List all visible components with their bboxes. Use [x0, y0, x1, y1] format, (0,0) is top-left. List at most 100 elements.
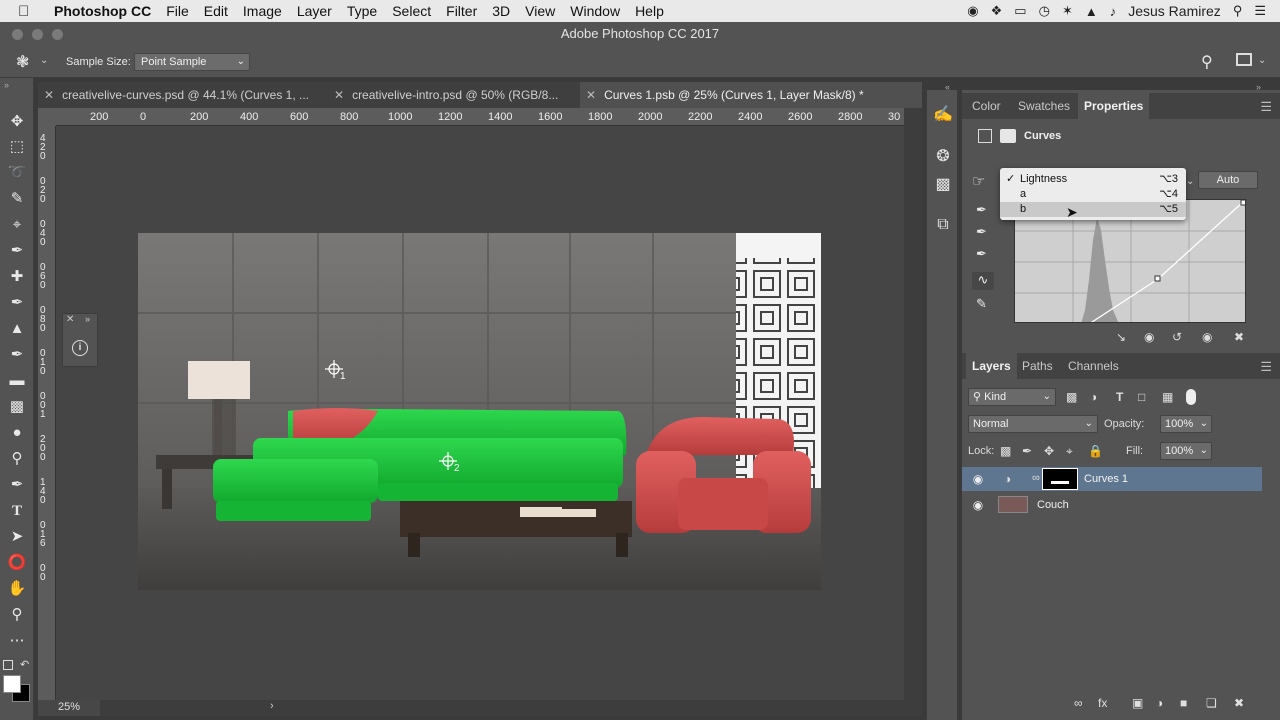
lock-image-pixels-icon[interactable]: ✒	[1022, 444, 1032, 458]
close-tab-icon[interactable]: ✕	[586, 88, 596, 102]
info-icon[interactable]: i	[72, 340, 88, 356]
filter-shape-icon[interactable]: □	[1138, 390, 1145, 404]
view-previous-state-icon[interactable]: ◉	[1144, 330, 1154, 344]
document-canvas[interactable]: 1 2	[56, 126, 904, 700]
auto-button[interactable]: Auto	[1198, 171, 1258, 189]
pencil-curve-icon[interactable]: ✎	[976, 296, 987, 312]
collapse-panel-icon[interactable]: »	[85, 314, 90, 324]
gradient-tool-icon[interactable]: ▩	[6, 397, 28, 417]
chevron-down-icon[interactable]: ⌄	[1258, 55, 1266, 66]
zoom-tool-icon[interactable]: ⚲	[6, 605, 28, 625]
layer-filter-kind-select[interactable]: ⚲ Kind ⌄	[968, 388, 1056, 406]
opacity-input[interactable]: 100% ⌄	[1160, 415, 1212, 433]
pen-tool-icon[interactable]: ✒	[6, 475, 28, 495]
chevron-down-icon[interactable]: ⌄	[1186, 176, 1194, 187]
horizontal-scrollbar[interactable]: ›	[100, 700, 904, 716]
toggle-visibility-icon[interactable]: ◉	[1202, 330, 1212, 344]
menu-filter[interactable]: Filter	[446, 3, 477, 19]
navigator-panel-icon[interactable]: ⧉	[932, 214, 954, 236]
type-tool-icon[interactable]: T	[6, 501, 28, 521]
close-window-button[interactable]	[12, 29, 23, 40]
hand-tool-icon[interactable]: ✋	[6, 579, 28, 599]
chevron-down-icon[interactable]: ⌄	[40, 55, 48, 66]
black-point-eyedropper-icon[interactable]: ✒	[976, 202, 987, 218]
airplay-icon[interactable]: ▭	[1014, 3, 1026, 19]
menu-file[interactable]: File	[166, 3, 189, 19]
vertical-ruler[interactable]: 42002004006008001000120014001600	[38, 126, 56, 700]
blur-tool-icon[interactable]: ●	[6, 423, 28, 443]
menu-select[interactable]: Select	[392, 3, 431, 19]
panel-menu-icon[interactable]: ☰	[1260, 99, 1272, 115]
tab-swatches[interactable]: Swatches	[1012, 93, 1076, 119]
eyedropper-preset-icon[interactable]: ❃	[16, 52, 29, 72]
histogram-panel-icon[interactable]: ▩	[932, 174, 954, 196]
tab-channels[interactable]: Channels	[1062, 353, 1125, 379]
close-tab-icon[interactable]: ✕	[334, 88, 344, 102]
curves-channel-dropdown[interactable]: ✓ Lightness ⌥3 a ⌥4 b ⌥5 ➤	[1000, 168, 1186, 220]
quick-selection-tool-icon[interactable]: ✎	[6, 189, 28, 209]
blend-mode-select[interactable]: Normal ⌄	[968, 415, 1098, 433]
layer-mask-icon[interactable]	[1000, 129, 1016, 143]
healing-brush-tool-icon[interactable]: ✚	[6, 267, 28, 287]
lock-artboard-icon[interactable]: ⌖	[1066, 444, 1073, 459]
dodge-tool-icon[interactable]: ⚲	[6, 449, 28, 469]
marquee-tool-icon[interactable]: ⬚	[6, 137, 28, 157]
layer-mask-thumbnail[interactable]	[1042, 468, 1078, 490]
menu-3d[interactable]: 3D	[492, 3, 510, 19]
foreground-color-swatch[interactable]	[3, 675, 21, 693]
history-panel-icon[interactable]: ✍	[932, 104, 954, 126]
menu-app-name[interactable]: Photoshop CC	[54, 3, 151, 19]
eye-icon[interactable]: ◉	[970, 497, 986, 513]
new-layer-icon[interactable]: ❏	[1206, 696, 1217, 710]
menu-edit[interactable]: Edit	[204, 3, 228, 19]
menu-type[interactable]: Type	[347, 3, 377, 19]
collapse-panel-icon[interactable]: »	[4, 80, 9, 90]
clip-to-layer-icon[interactable]: ↘	[1116, 330, 1126, 344]
couch-photo[interactable]: 1 2	[138, 233, 821, 590]
filter-smart-object-icon[interactable]: ▦	[1162, 390, 1173, 404]
tab-layers[interactable]: Layers	[966, 353, 1017, 379]
tab-properties[interactable]: Properties	[1078, 93, 1150, 119]
spotlight-search-icon[interactable]: ⚲	[1233, 3, 1243, 19]
layer-thumbnail[interactable]	[998, 496, 1028, 513]
reset-adjustment-icon[interactable]: ↺	[1172, 330, 1182, 344]
minimize-window-button[interactable]	[32, 29, 43, 40]
tab-color[interactable]: Color	[966, 93, 1007, 119]
lock-transparent-pixels-icon[interactable]: ▩	[1000, 444, 1011, 458]
filter-type-icon[interactable]: T	[1116, 390, 1123, 404]
menu-layer[interactable]: Layer	[297, 3, 332, 19]
close-tab-icon[interactable]: ✕	[44, 88, 54, 102]
volume-icon[interactable]: ♪	[1110, 4, 1117, 19]
lasso-tool-icon[interactable]: ➰	[6, 163, 28, 183]
channel-option-lightness[interactable]: ✓ Lightness ⌥3	[1000, 172, 1186, 187]
brush-tool-icon[interactable]: ✒	[6, 293, 28, 313]
notification-center-icon[interactable]: ☰	[1254, 3, 1266, 19]
sample-size-select[interactable]: Point Sample ⌄	[134, 53, 250, 71]
panel-menu-icon[interactable]: ☰	[1260, 359, 1272, 375]
channel-option-b[interactable]: b ⌥5	[1000, 202, 1186, 217]
link-layers-icon[interactable]: ∞	[1074, 696, 1083, 710]
delete-layer-icon[interactable]: ✖	[1234, 696, 1244, 710]
apple-menu-icon[interactable]: 	[18, 3, 40, 20]
new-group-icon[interactable]: ■	[1180, 696, 1187, 710]
ellipse-tool-icon[interactable]: ⭕	[6, 553, 28, 573]
dropbox-icon[interactable]: ❖	[991, 3, 1003, 19]
filter-pixel-icon[interactable]: ▩	[1066, 390, 1077, 404]
link-icon[interactable]: ∞	[1032, 472, 1040, 484]
layer-name[interactable]: Curves 1	[1084, 473, 1128, 485]
zoom-window-button[interactable]	[52, 29, 63, 40]
gray-point-eyedropper-icon[interactable]: ✒	[976, 224, 987, 240]
tab-paths[interactable]: Paths	[1016, 353, 1059, 379]
new-adjustment-icon[interactable]: ◑	[1156, 696, 1163, 710]
time-machine-icon[interactable]: ◷	[1039, 3, 1050, 19]
ruler-origin[interactable]	[38, 108, 56, 126]
swap-colors-icon[interactable]: ↶	[20, 658, 29, 671]
history-brush-tool-icon[interactable]: ✒	[6, 345, 28, 365]
horizontal-ruler[interactable]: 200 0 200 400 600 800 1000 1200 1400 160…	[56, 108, 904, 126]
menu-window[interactable]: Window	[570, 3, 620, 19]
filter-toggle-icon[interactable]	[1186, 389, 1196, 405]
white-point-eyedropper-icon[interactable]: ✒	[976, 246, 987, 262]
default-colors-icon[interactable]	[3, 660, 13, 670]
menu-help[interactable]: Help	[635, 3, 664, 19]
bluetooth-icon[interactable]: ✶	[1062, 3, 1073, 19]
